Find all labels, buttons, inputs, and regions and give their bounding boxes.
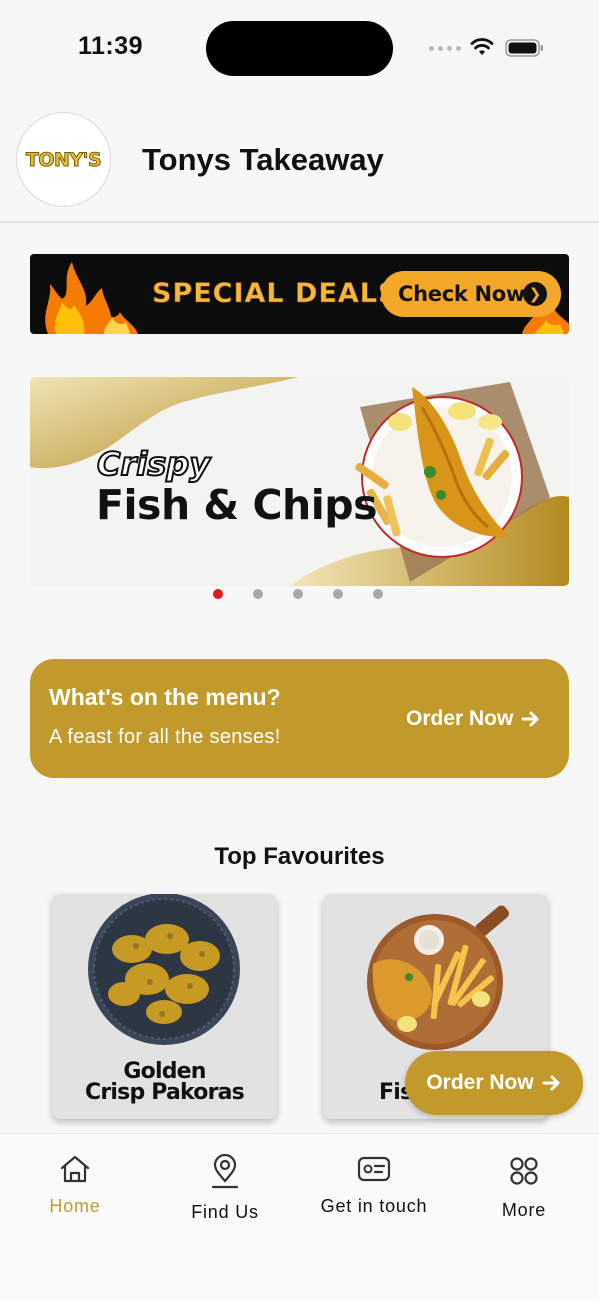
- deals-title: SPECIAL DEALS: [152, 278, 399, 310]
- bottom-tab-bar: Home Find Us Get in touch More: [0, 1133, 599, 1300]
- tab-label: More: [501, 1200, 547, 1220]
- menu-card-subtitle: A feast for all the senses!: [49, 726, 281, 748]
- floating-order-now-button[interactable]: Order Now: [405, 1051, 583, 1115]
- arrow-right-icon: [521, 711, 539, 727]
- check-now-label: Check Now: [398, 282, 526, 306]
- tab-get-in-touch[interactable]: Get in touch: [299, 1154, 449, 1217]
- special-deals-banner[interactable]: SPECIAL DEALS Check Now ❯: [30, 254, 569, 334]
- hero-title: Fish & Chips: [96, 481, 378, 529]
- menu-card-title: What's on the menu?: [49, 684, 281, 710]
- tab-home[interactable]: Home: [0, 1154, 150, 1217]
- slider-dot[interactable]: [293, 589, 303, 599]
- slider-dot[interactable]: [213, 589, 223, 599]
- tab-label: Find Us: [191, 1202, 259, 1222]
- wifi-icon: [470, 38, 494, 55]
- check-now-button[interactable]: Check Now ❯: [381, 271, 561, 317]
- hero-slide[interactable]: Crispy Fish & Chips: [30, 377, 569, 586]
- hero-subtitle: Crispy: [96, 444, 211, 484]
- status-bar: 11:39: [0, 0, 599, 96]
- tab-label: Get in touch: [320, 1196, 428, 1216]
- menu-promo-card[interactable]: What's on the menu? A feast for all the …: [30, 659, 569, 778]
- menu-order-now-label: Order Now: [406, 707, 514, 730]
- favourite-item-name: Golden Crisp Pakoras: [85, 1059, 245, 1105]
- tab-find-us[interactable]: Find Us: [150, 1154, 300, 1223]
- slider-dot[interactable]: [333, 589, 343, 599]
- grid-icon: [510, 1157, 538, 1185]
- arrow-right-icon: [542, 1075, 560, 1091]
- contact-card-icon: [357, 1156, 391, 1182]
- arrow-right-circle-icon: ❯: [523, 282, 547, 306]
- floating-order-now-label: Order Now: [426, 1071, 534, 1094]
- slider-dot[interactable]: [373, 589, 383, 599]
- battery-icon: [505, 39, 543, 57]
- tab-more[interactable]: More: [449, 1154, 599, 1221]
- slider-pagination[interactable]: [213, 589, 383, 599]
- brand-logo[interactable]: TONY'S: [16, 112, 111, 207]
- menu-order-now-link[interactable]: Order Now: [406, 707, 541, 731]
- cellular-signal-icon: [429, 46, 461, 51]
- home-icon: [60, 1155, 90, 1183]
- status-time: 11:39: [78, 32, 144, 60]
- slider-dot[interactable]: [253, 589, 263, 599]
- location-pin-icon: [211, 1154, 239, 1189]
- page-title: Tonys Takeaway: [142, 142, 384, 177]
- favourite-item-card[interactable]: Golden Crisp Pakoras: [52, 894, 277, 1119]
- dynamic-island: [206, 21, 393, 76]
- app-header: TONY'S Tonys Takeaway: [0, 96, 599, 223]
- tab-label: Home: [49, 1196, 101, 1216]
- favourites-heading: Top Favourites: [214, 843, 385, 870]
- logo-text: TONY'S: [25, 148, 102, 171]
